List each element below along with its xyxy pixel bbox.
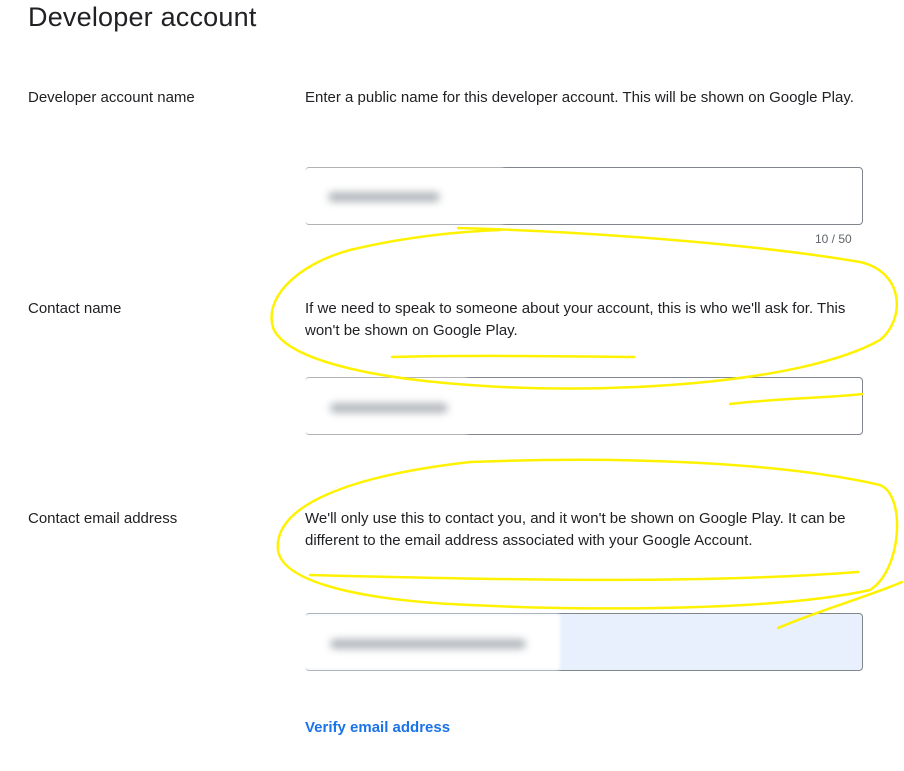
annotation-underline-contact-name: [390, 354, 636, 359]
developer-account-page: Developer account Developer account name…: [0, 0, 904, 771]
verify-email-link[interactable]: Verify email address: [305, 719, 450, 736]
contact-name-description: If we need to speak to someone about you…: [305, 300, 846, 339]
contact-name-label: Contact name: [28, 300, 122, 317]
redacted-value: [330, 403, 448, 413]
contact-email-description: We'll only use this to contact you, and …: [305, 510, 846, 549]
annotation-underline-contact-email: [308, 570, 860, 582]
developer-account-name-label: Developer account name: [28, 89, 195, 106]
contact-email-label: Contact email address: [28, 510, 178, 527]
redacted-value: [330, 639, 526, 649]
developer-account-name-input[interactable]: [298, 167, 863, 225]
contact-name-input[interactable]: [300, 377, 863, 435]
redacted-value: [328, 192, 440, 202]
page-title: Developer account: [28, 2, 257, 32]
contact-email-input[interactable]: [298, 613, 863, 671]
character-counter: 10 / 50: [815, 232, 852, 246]
developer-account-name-description: Enter a public name for this developer a…: [305, 89, 854, 106]
